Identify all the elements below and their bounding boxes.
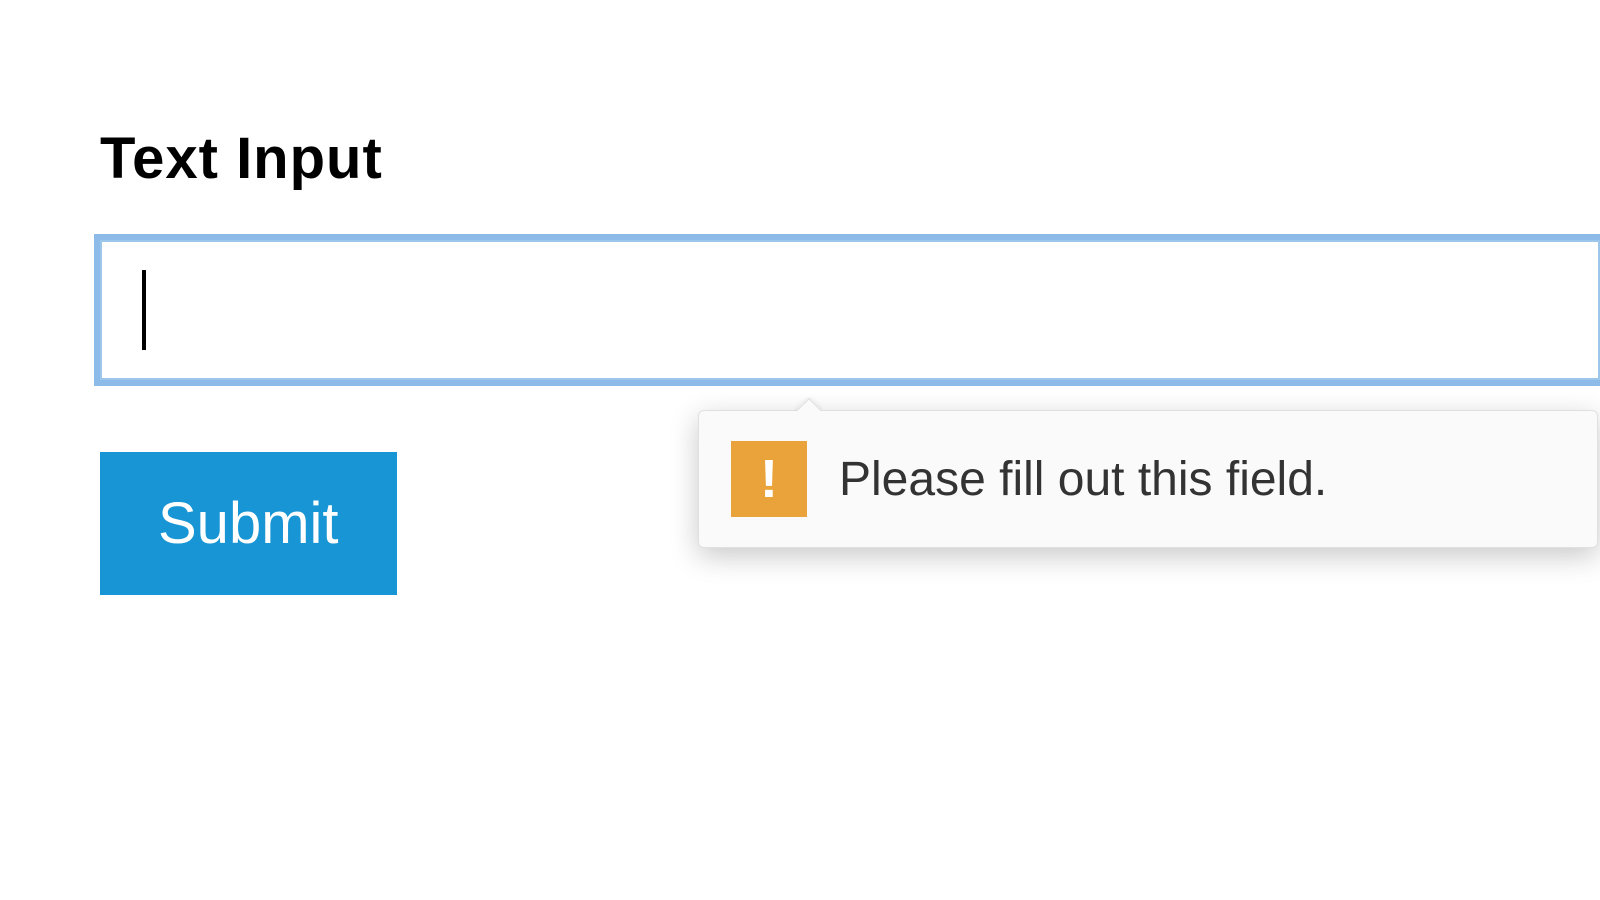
tooltip-arrow — [794, 397, 822, 411]
submit-button[interactable]: Submit — [100, 452, 397, 595]
text-input[interactable] — [100, 240, 1600, 380]
validation-tooltip: ! Please fill out this field. — [698, 410, 1598, 548]
exclamation-icon: ! — [760, 452, 778, 506]
input-label: Text Input — [100, 125, 1600, 192]
warning-icon: ! — [731, 441, 807, 517]
input-wrapper — [100, 240, 1600, 380]
validation-message: Please fill out this field. — [839, 452, 1327, 507]
